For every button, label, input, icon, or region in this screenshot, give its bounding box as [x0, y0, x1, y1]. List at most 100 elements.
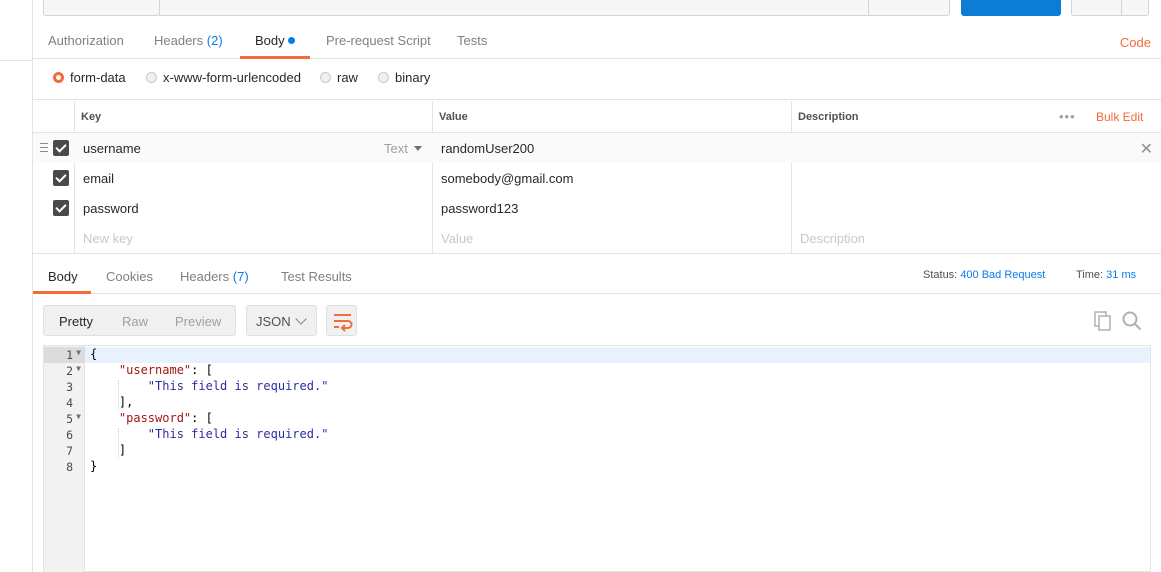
format-select-label: JSON [256, 314, 291, 329]
radio-raw[interactable]: raw [320, 70, 358, 85]
radio-label: raw [337, 70, 358, 85]
column-header-description: Description [798, 111, 859, 123]
type-select-label: Text [384, 141, 408, 156]
active-tab-indicator [33, 291, 91, 294]
search-icon[interactable] [1122, 311, 1142, 331]
param-key[interactable]: username [83, 141, 141, 156]
tab-body-label: Body [255, 33, 285, 48]
table-row: password password123 [33, 193, 1161, 223]
line-number-gutter: 1 ▼ 2 ▼ 3 4 5 ▼ 6 7 8 [44, 346, 85, 572]
radio-form-data[interactable]: form-data [53, 70, 126, 85]
radio-label: form-data [70, 70, 126, 85]
time-label: Time: [1076, 269, 1104, 281]
new-key-input[interactable]: New key [83, 231, 133, 246]
body-type-selector: form-data x-www-form-urlencoded raw bina… [33, 60, 1161, 100]
radio-icon [320, 72, 331, 83]
param-key[interactable]: email [83, 171, 114, 186]
more-icon[interactable]: ••• [1059, 109, 1076, 124]
view-pretty-button[interactable]: Pretty [59, 314, 93, 329]
request-tabs: Authorization Headers (2) Body Pre-reque… [33, 24, 1161, 59]
column-header-key: Key [81, 111, 102, 123]
view-preview-button[interactable]: Preview [175, 314, 221, 329]
response-body-editor[interactable]: 1 ▼ 2 ▼ 3 4 5 ▼ 6 7 8 { "username": [ "This… [43, 345, 1151, 572]
response-time: Time: 31 ms [1076, 269, 1136, 281]
tab-body[interactable]: Body [255, 33, 295, 48]
line-number: 2 ▼ [66, 364, 81, 378]
code-line: } [90, 459, 98, 473]
response-headers-count: (7) [232, 269, 249, 284]
type-select[interactable]: Text [384, 141, 422, 156]
line-number: 6 [66, 428, 73, 442]
wrap-lines-button[interactable] [326, 305, 357, 336]
response-tabs: Body Cookies Headers (7) Test Results St… [33, 260, 1161, 294]
url-input[interactable] [159, 0, 869, 16]
new-description-input[interactable]: Description [800, 231, 865, 246]
line-number: 4 [66, 396, 73, 410]
sidebar-divider [0, 60, 33, 61]
radio-checked-icon [53, 72, 64, 83]
checkbox-checked-icon[interactable] [53, 170, 69, 186]
params-button[interactable] [868, 0, 950, 16]
response-tab-cookies[interactable]: Cookies [106, 269, 153, 284]
copy-icon[interactable] [1094, 311, 1112, 331]
bulk-edit-link[interactable]: Bulk Edit [1096, 110, 1143, 124]
line-number: 7 [66, 444, 73, 458]
param-value[interactable]: somebody@gmail.com [441, 171, 573, 186]
wrap-lines-icon [334, 314, 353, 332]
checkbox-checked-icon[interactable] [53, 140, 69, 156]
code-line: "username": [ [118, 363, 213, 377]
sidebar-edge [0, 0, 33, 572]
body-modified-dot [287, 37, 295, 44]
code-line: "This field is required." [147, 379, 329, 393]
view-raw-button[interactable]: Raw [122, 314, 148, 329]
headers-count: (2) [206, 33, 223, 48]
close-icon[interactable]: ✕ [1140, 139, 1153, 159]
save-dropdown-divider [1121, 0, 1122, 16]
table-row-new: New key Value Description [33, 223, 1161, 253]
tab-headers[interactable]: Headers (2) [154, 33, 223, 48]
send-button[interactable] [961, 0, 1061, 16]
table-row: email somebody@gmail.com [33, 163, 1161, 193]
fold-arrow-icon[interactable]: ▼ [76, 348, 81, 357]
tab-pre-request-script[interactable]: Pre-request Script [326, 33, 431, 48]
status-label: Status: [923, 269, 958, 281]
line-number: 3 [66, 380, 73, 394]
tab-authorization[interactable]: Authorization [48, 33, 124, 48]
column-header-value: Value [439, 111, 468, 123]
tab-tests[interactable]: Tests [457, 33, 487, 48]
status-value: 400 Bad Request [960, 269, 1046, 281]
code-line: ], [118, 395, 134, 409]
code-line: "password": [ [118, 411, 213, 425]
tab-headers-label: Headers [154, 33, 204, 48]
line-number: 1 ▼ [66, 348, 81, 362]
response-tab-body[interactable]: Body [48, 269, 78, 284]
response-tab-headers[interactable]: Headers (7) [180, 269, 249, 284]
format-select[interactable]: JSON [246, 305, 317, 336]
save-button[interactable] [1071, 0, 1149, 16]
table-row: username Text randomUser200 ✕ [33, 133, 1161, 163]
radio-binary[interactable]: binary [378, 70, 430, 85]
method-select[interactable] [43, 0, 160, 16]
response-tab-test-results[interactable]: Test Results [281, 269, 352, 284]
code-link[interactable]: Code [1120, 35, 1151, 50]
radio-icon [146, 72, 157, 83]
param-key[interactable]: password [83, 201, 139, 216]
response-view-mode: Pretty Raw Preview [43, 305, 236, 336]
code-line: ] [118, 443, 127, 457]
line-number: 5 ▼ [66, 412, 81, 426]
checkbox-checked-icon[interactable] [53, 200, 69, 216]
fold-arrow-icon[interactable]: ▼ [76, 412, 81, 421]
param-value[interactable]: password123 [441, 201, 518, 216]
radio-label: binary [395, 70, 431, 85]
radio-urlencoded[interactable]: x-www-form-urlencoded [146, 70, 301, 85]
caret-down-icon [413, 146, 422, 151]
fold-arrow-icon[interactable]: ▼ [76, 364, 81, 373]
params-table: Key Value Description ••• Bulk Edit user… [33, 101, 1161, 254]
active-line-highlight [85, 347, 1150, 363]
radio-label: x-www-form-urlencoded [163, 70, 301, 85]
param-value[interactable]: randomUser200 [441, 141, 534, 156]
line-number: 8 [66, 460, 73, 474]
drag-handle-icon[interactable] [40, 143, 48, 152]
response-status: Status: 400 Bad Request [923, 269, 1045, 281]
new-value-input[interactable]: Value [441, 231, 473, 246]
